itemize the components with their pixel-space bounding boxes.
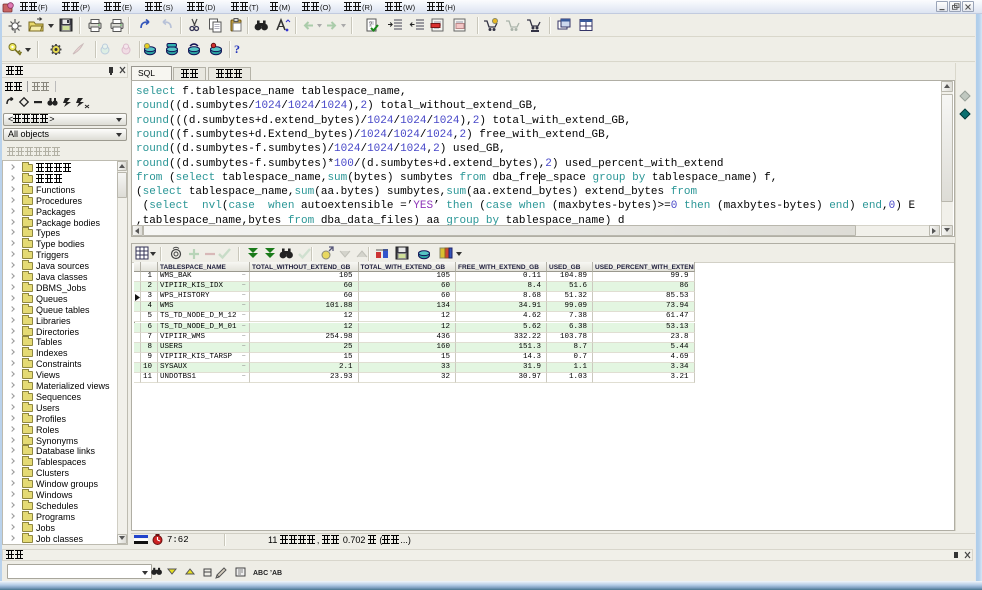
svg-text:ABC: ABC xyxy=(253,570,268,577)
svg-text:’AB: ’AB xyxy=(270,570,282,577)
